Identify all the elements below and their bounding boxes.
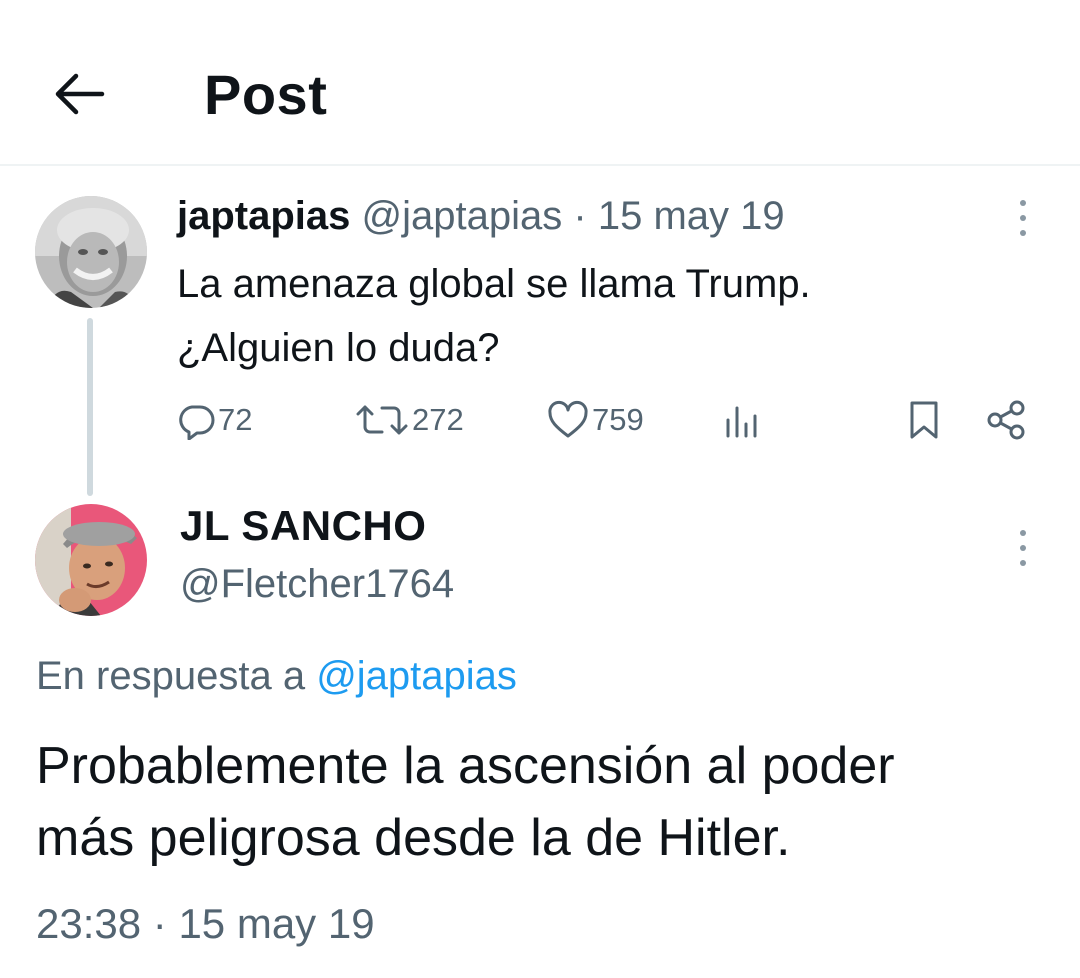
replying-to-label: En respuesta a [36,654,306,698]
reply-button[interactable]: 72 [176,396,252,444]
avatar-fletcher1764[interactable] [35,504,147,616]
more-dot-icon [1020,545,1026,551]
repost-button[interactable]: 272 [354,396,464,444]
post-text-line: más peligrosa desde la de Hitler. [36,809,791,867]
post-time[interactable]: 23:38 [36,900,141,947]
separator-dot: · [152,900,167,947]
post-date[interactable]: 15 may 19 [178,900,374,947]
separator-dot: · [573,194,587,238]
repost-count: 272 [412,402,464,437]
more-dot-icon [1020,530,1026,536]
reply-user-handle[interactable]: @Fletcher1764 [180,558,454,610]
replying-to-line: En respuesta a @japtapias [36,650,517,702]
thread-connector-line [87,318,93,496]
more-dot-icon [1020,230,1026,236]
bookmark-button[interactable] [904,396,944,444]
back-button[interactable] [44,58,116,130]
views-chart-icon [726,406,757,438]
more-dot-icon [1020,215,1026,221]
original-post-text: La amenaza global se llama Trump. ¿Algui… [177,252,997,380]
share-icon [987,400,1025,440]
user-handle[interactable]: @japtapias [362,194,563,238]
more-dot-icon [1020,560,1026,566]
post-date[interactable]: 15 may 19 [598,194,785,238]
more-options-button[interactable] [1001,188,1045,248]
bookmark-icon [910,401,938,439]
reply-post-text: Probablemente la ascensión al poder más … [36,730,1046,874]
like-count: 759 [592,402,644,437]
post-text-line: La amenaza global se llama Trump. [177,262,811,306]
top-app-bar: Post [0,0,1080,166]
more-dot-icon [1020,200,1026,206]
page-title: Post [204,63,328,126]
display-name[interactable]: japtapias [177,194,350,238]
like-button[interactable]: 759 [546,396,644,444]
arrow-left-icon [55,73,105,115]
views-button[interactable] [720,396,764,444]
avatar-photo [35,504,147,616]
original-post-header: japtapias @japtapias · 15 may 19 [177,192,785,240]
reply-display-name[interactable]: JL SANCHO [180,500,426,552]
heart-icon [548,400,588,438]
post-text-line: Probablemente la ascensión al poder [36,737,895,795]
replying-to-mention[interactable]: @japtapias [316,654,517,698]
avatar-photo [35,196,147,308]
reply-count: 72 [218,402,253,437]
post-text-line: ¿Alguien lo duda? [177,326,500,370]
avatar-japtapias[interactable] [35,196,147,308]
repost-icon [356,405,408,435]
share-button[interactable] [984,396,1028,444]
more-options-button[interactable] [1001,518,1045,578]
post-timestamp: 23:38 · 15 may 19 [36,894,375,954]
reply-icon [179,405,215,440]
